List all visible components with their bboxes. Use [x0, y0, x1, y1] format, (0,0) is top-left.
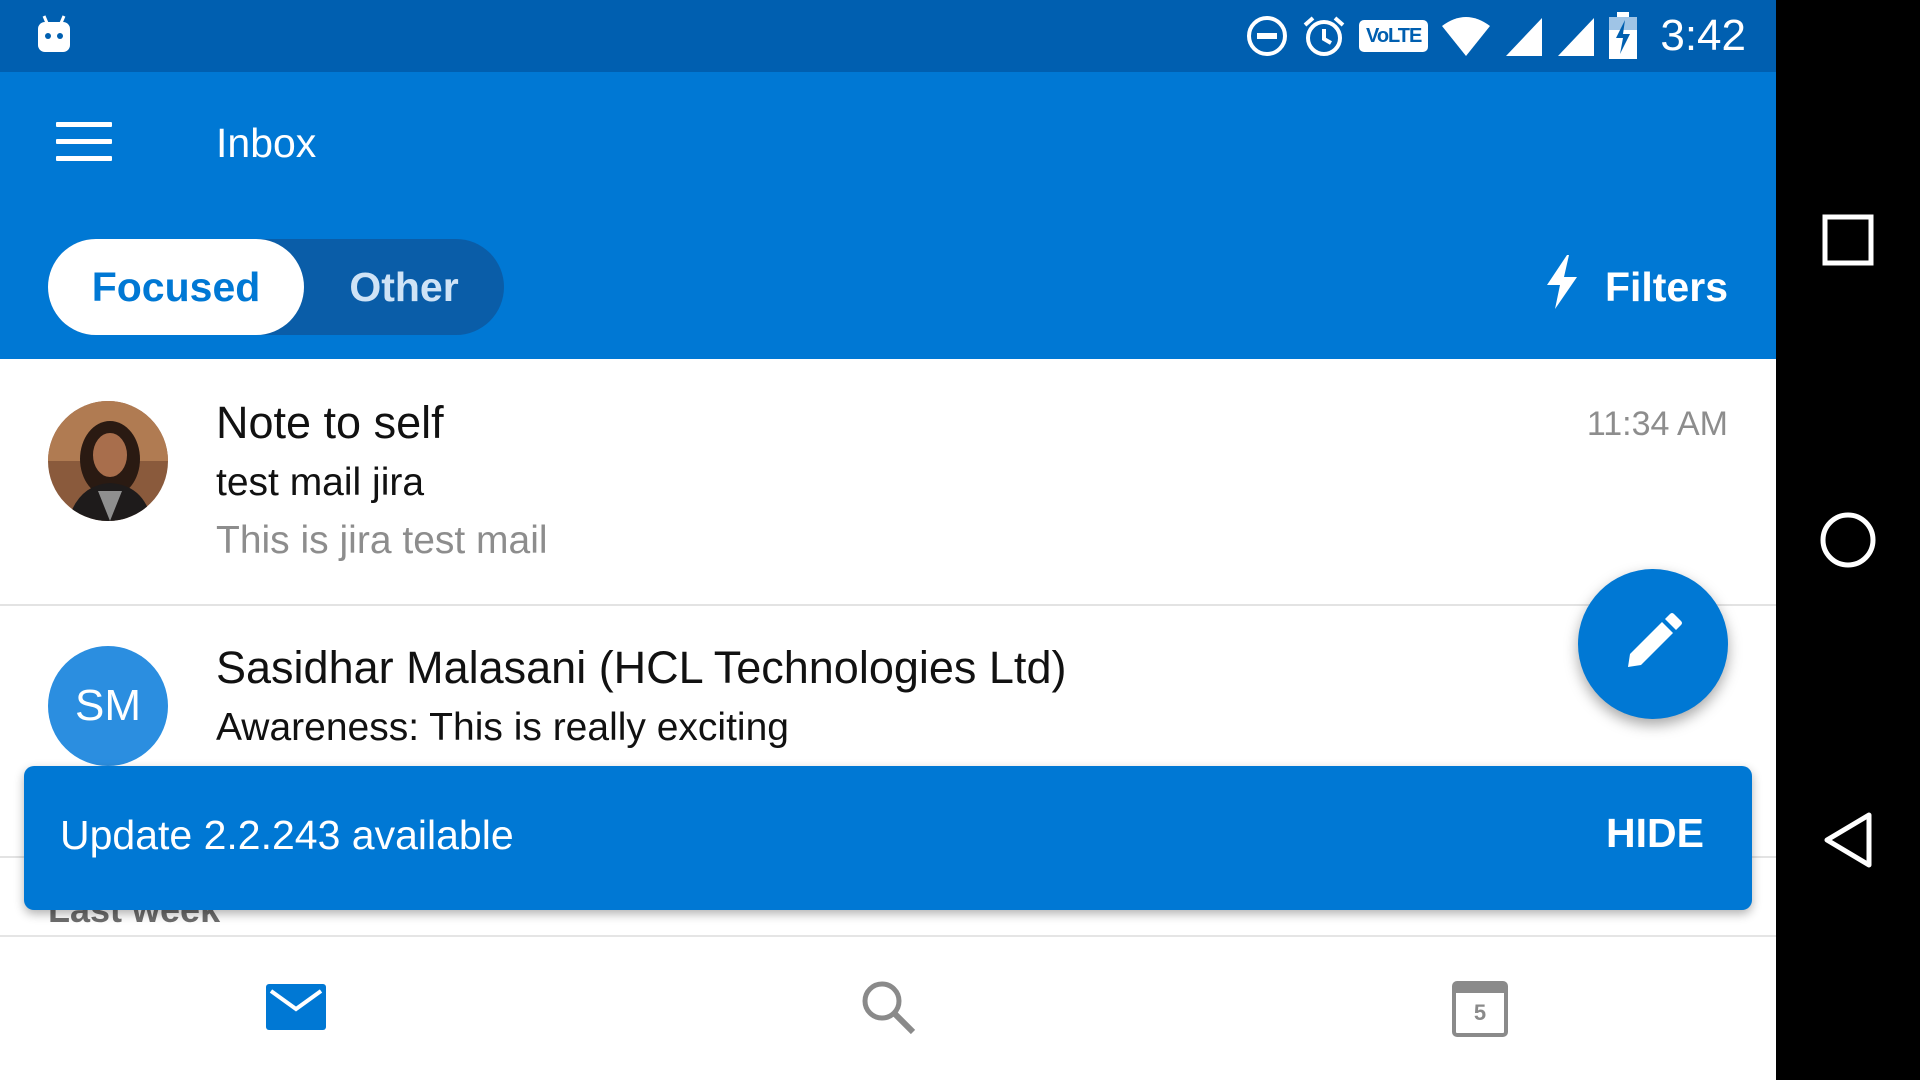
signal-icon [1556, 14, 1596, 58]
initials-avatar: SM [48, 646, 168, 766]
filters-label: Filters [1604, 263, 1728, 310]
android-icon [36, 14, 72, 54]
bottom-tab-bar: 5 [0, 935, 1776, 1080]
inbox-toggle: Focused Other [48, 239, 504, 335]
volte-icon: VoLTE [1358, 20, 1429, 52]
calendar-day: 5 [1473, 1000, 1487, 1025]
do-not-disturb-icon [1245, 14, 1289, 58]
signal-icon [1504, 14, 1544, 58]
message-sender: Sasidhar Malasani (HCL Technologies Ltd) [216, 642, 1067, 693]
status-bar: VoLTE 3:42 [0, 0, 1776, 72]
list-item[interactable]: Note to self 11:34 AM test mail jira Thi… [0, 359, 1776, 606]
home-circle-icon[interactable] [1820, 512, 1876, 568]
photo-avatar [48, 401, 168, 521]
update-snackbar: Update 2.2.243 available HIDE [24, 766, 1752, 910]
tab-other[interactable]: Other [304, 239, 504, 335]
calendar-tab[interactable]: 5 [1448, 977, 1512, 1041]
clock: 3:42 [1660, 11, 1746, 60]
message-preview: This is jira test mail [216, 519, 548, 562]
mail-icon [265, 983, 327, 1036]
message-time: 11:34 AM [1586, 405, 1728, 443]
alarm-icon [1301, 13, 1347, 59]
mail-tab[interactable] [264, 977, 328, 1041]
tab-focused[interactable]: Focused [48, 239, 304, 335]
hide-button[interactable]: HIDE [1606, 810, 1704, 857]
recents-square-icon[interactable] [1820, 212, 1876, 268]
lightning-icon [1545, 255, 1579, 319]
hamburger-menu-icon[interactable] [56, 122, 112, 164]
page-title: Inbox [216, 120, 317, 166]
wifi-icon [1440, 14, 1492, 58]
system-nav-bar [1776, 0, 1920, 1080]
filters-button[interactable]: Filters [1545, 255, 1728, 315]
status-icons: VoLTE 3:42 [1245, 8, 1746, 64]
message-subject: test mail jira [216, 461, 425, 504]
battery-icon [1608, 12, 1638, 60]
message-sender: Note to self [216, 397, 444, 448]
snackbar-message: Update 2.2.243 available [60, 812, 514, 858]
search-tab[interactable] [856, 977, 920, 1041]
back-triangle-icon[interactable] [1820, 812, 1876, 868]
pencil-compose-icon [1624, 612, 1682, 676]
app-bar: Inbox Focused Other Filters [0, 72, 1776, 359]
message-subject: Awareness: This is really exciting [216, 706, 789, 749]
calendar-icon: 5 [1452, 981, 1508, 1037]
compose-button[interactable] [1578, 569, 1728, 719]
search-icon [859, 978, 917, 1041]
outlook-app-screen: VoLTE 3:42 Inbox Focused Other Filters N… [0, 0, 1776, 1080]
